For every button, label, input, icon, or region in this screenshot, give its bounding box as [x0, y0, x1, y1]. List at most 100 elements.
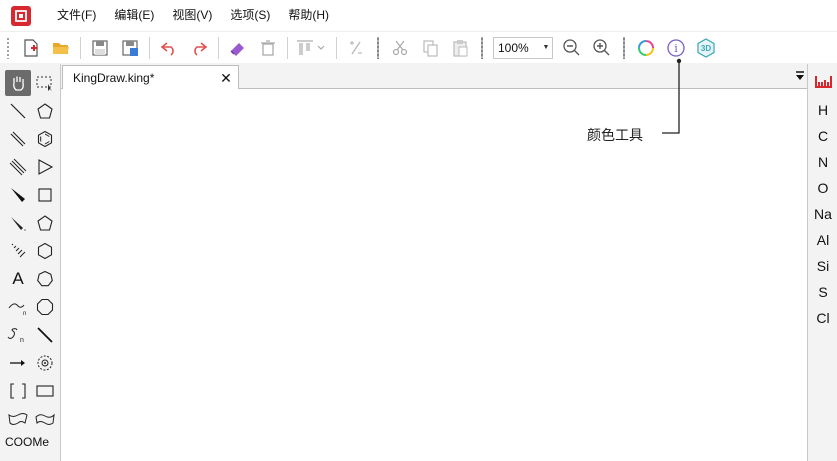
info-letter: i: [674, 42, 678, 55]
bracket-icon: [10, 383, 26, 399]
pentagon-ring-button[interactable]: [32, 98, 58, 124]
kingdraw-logo-icon[interactable]: [10, 5, 32, 27]
arrow-right-icon: [10, 360, 25, 366]
chevron-down-icon[interactable]: ▼: [540, 38, 552, 58]
menu-view[interactable]: 视图(V): [163, 0, 221, 31]
chain-tool-button[interactable]: n: [5, 294, 31, 320]
line-tool-button[interactable]: [32, 322, 58, 348]
element-o-button[interactable]: O: [808, 180, 837, 196]
bracket-tool-button[interactable]: [5, 378, 31, 404]
abbreviation-tool-label[interactable]: COOMe: [5, 435, 49, 449]
tab-list-dropdown-icon[interactable]: [795, 70, 805, 82]
eraser-button[interactable]: [223, 34, 253, 62]
save-as-button[interactable]: [115, 34, 145, 62]
zoom-in-button[interactable]: [587, 34, 617, 62]
info-icon: i: [667, 38, 685, 57]
menu-options[interactable]: 选项(S): [221, 0, 279, 31]
arrow-tool-button[interactable]: [5, 350, 31, 376]
pentagon-ring-2-button[interactable]: [32, 210, 58, 236]
menu-edit[interactable]: 编辑(E): [105, 0, 163, 31]
save-button[interactable]: [85, 34, 115, 62]
double-bond-button[interactable]: [5, 126, 31, 152]
hash-bond-button[interactable]: [5, 238, 31, 264]
triple-bond-button[interactable]: [5, 154, 31, 180]
charge-button[interactable]: [341, 34, 371, 62]
line-icon: [37, 327, 53, 343]
hexagon-ring-button[interactable]: [32, 238, 58, 264]
element-h-button[interactable]: H: [808, 102, 837, 118]
menu-help[interactable]: 帮助(H): [279, 0, 338, 31]
triple-bond-icon: [9, 158, 27, 176]
redo-button[interactable]: [184, 34, 214, 62]
delete-button[interactable]: [253, 34, 283, 62]
toolbar-separator: [336, 36, 337, 59]
double-bond-icon: [10, 131, 26, 147]
main-toolbar: 100% ▼ i 3D: [0, 31, 837, 63]
ribbon-left-button[interactable]: [5, 406, 31, 432]
undo-icon: [160, 41, 174, 56]
rectangle-tool-button[interactable]: [32, 378, 58, 404]
zoom-select[interactable]: 100% ▼: [493, 36, 553, 59]
zoom-in-icon: [593, 38, 610, 55]
3d-label: 3D: [701, 44, 711, 53]
paste-icon: [453, 39, 468, 57]
toolbar-grip: [377, 36, 379, 59]
cut-button[interactable]: [385, 34, 415, 62]
undo-button[interactable]: [154, 34, 184, 62]
radical-tool-button[interactable]: [32, 350, 58, 376]
periodic-table-icon[interactable]: [815, 76, 833, 88]
element-si-button[interactable]: Si: [808, 258, 837, 274]
paste-button[interactable]: [445, 34, 475, 62]
copy-button[interactable]: [415, 34, 445, 62]
single-bond-button[interactable]: [5, 98, 31, 124]
marquee-select-icon: [36, 76, 52, 92]
single-bond-icon: [10, 103, 26, 119]
element-cl-button[interactable]: Cl: [808, 310, 837, 326]
toolbar-grip[interactable]: [6, 36, 10, 59]
triangle-ring-button[interactable]: [32, 154, 58, 180]
open-file-button[interactable]: [46, 34, 76, 62]
ribbon-right-button[interactable]: [32, 406, 58, 432]
square-icon: [38, 188, 52, 202]
zoom-out-button[interactable]: [557, 34, 587, 62]
curve-chain-button[interactable]: n: [5, 322, 31, 348]
drawing-canvas[interactable]: [61, 89, 807, 461]
triangle-icon: [38, 159, 54, 175]
3d-view-button[interactable]: 3D: [691, 34, 721, 62]
square-ring-button[interactable]: [32, 182, 58, 208]
element-al-button[interactable]: Al: [808, 232, 837, 248]
bold-wedge-button[interactable]: [5, 210, 31, 236]
color-wheel-icon: [638, 39, 654, 56]
close-icon[interactable]: ✕: [218, 70, 234, 87]
document-tab[interactable]: KingDraw.king* ✕: [62, 65, 239, 90]
info-button[interactable]: i: [661, 34, 691, 62]
color-tool-button[interactable]: [631, 34, 661, 62]
octagon-ring-button[interactable]: [32, 294, 58, 320]
scissors-icon: [392, 40, 408, 55]
new-file-button[interactable]: [16, 34, 46, 62]
zoom-out-icon: [563, 38, 580, 55]
element-c-button[interactable]: C: [808, 128, 837, 144]
align-top-icon: [297, 39, 325, 55]
ribbon-icon: [8, 413, 28, 425]
3d-icon: 3D: [697, 37, 715, 58]
hand-tool-button[interactable]: [5, 70, 31, 96]
align-dropdown-button[interactable]: [292, 34, 332, 62]
text-tool-button[interactable]: A: [5, 266, 31, 292]
svg-text:n: n: [23, 311, 26, 316]
ribbon-icon: [35, 413, 55, 425]
menu-file[interactable]: 文件(F): [48, 0, 105, 31]
zoom-value: 100%: [498, 40, 529, 55]
element-s-button[interactable]: S: [808, 284, 837, 300]
color-tool-callout-label: 颜色工具: [587, 128, 643, 144]
element-na-button[interactable]: Na: [808, 206, 837, 222]
heptagon-ring-button[interactable]: [32, 266, 58, 292]
toolbar-grip: [481, 36, 483, 59]
folder-open-icon: [53, 42, 69, 54]
select-tool-button[interactable]: [32, 70, 58, 96]
toolbar-separator: [287, 36, 288, 59]
element-n-button[interactable]: N: [808, 154, 837, 170]
document-tab-strip: KingDraw.king* ✕: [61, 64, 807, 90]
wedge-bond-button[interactable]: [5, 182, 31, 208]
benzene-ring-button[interactable]: [32, 126, 58, 152]
